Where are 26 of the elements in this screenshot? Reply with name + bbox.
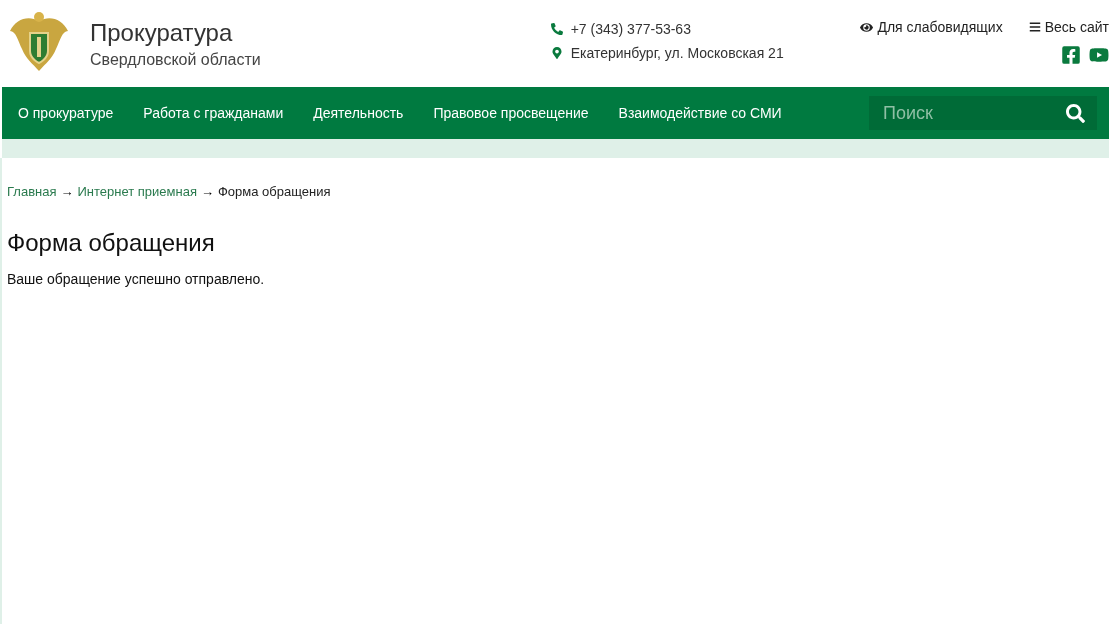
nav-link[interactable]: Правовое просвещение — [433, 105, 589, 121]
nav-link[interactable]: Работа с гражданами — [143, 105, 284, 121]
map-pin-icon — [550, 46, 563, 59]
facebook-icon[interactable] — [1061, 45, 1081, 65]
breadcrumb-arrow: → — [60, 184, 74, 199]
nav-link[interactable]: Деятельность — [313, 105, 404, 121]
search-icon[interactable] — [1066, 104, 1085, 123]
breadcrumb-link[interactable]: Главная — [7, 184, 57, 199]
breadcrumb-link[interactable]: Интернет приемная — [77, 184, 197, 199]
site-title: Прокуратура — [90, 18, 234, 47]
page-heading: Форма обращения — [7, 229, 216, 257]
eye-icon — [860, 20, 874, 34]
address: Екатеринбург, ул. Московская 21 — [570, 44, 784, 61]
youtube-icon[interactable] — [1089, 45, 1109, 65]
breadcrumb-current-page: Форма обращения — [217, 184, 331, 199]
nav-link[interactable]: Взаимодействие со СМИ — [618, 105, 782, 121]
nav-link[interactable]: О прокуратуре — [18, 105, 114, 121]
phone-icon — [550, 22, 563, 35]
sitemap-link[interactable]: Весь сайт — [1028, 19, 1109, 35]
search-field[interactable]: Поиск — [869, 96, 1097, 130]
accessibility-link[interactable]: Для слабовидящих — [860, 19, 1003, 35]
success-message: Ваше обращение успешно отправлено. — [7, 271, 266, 287]
phone-number: +7 (343) 377-53-63 — [570, 20, 691, 37]
breadcrumb-arrow: → — [200, 184, 214, 199]
site-subtitle: Свердловской области — [90, 50, 261, 69]
menu-icon — [1028, 21, 1041, 33]
